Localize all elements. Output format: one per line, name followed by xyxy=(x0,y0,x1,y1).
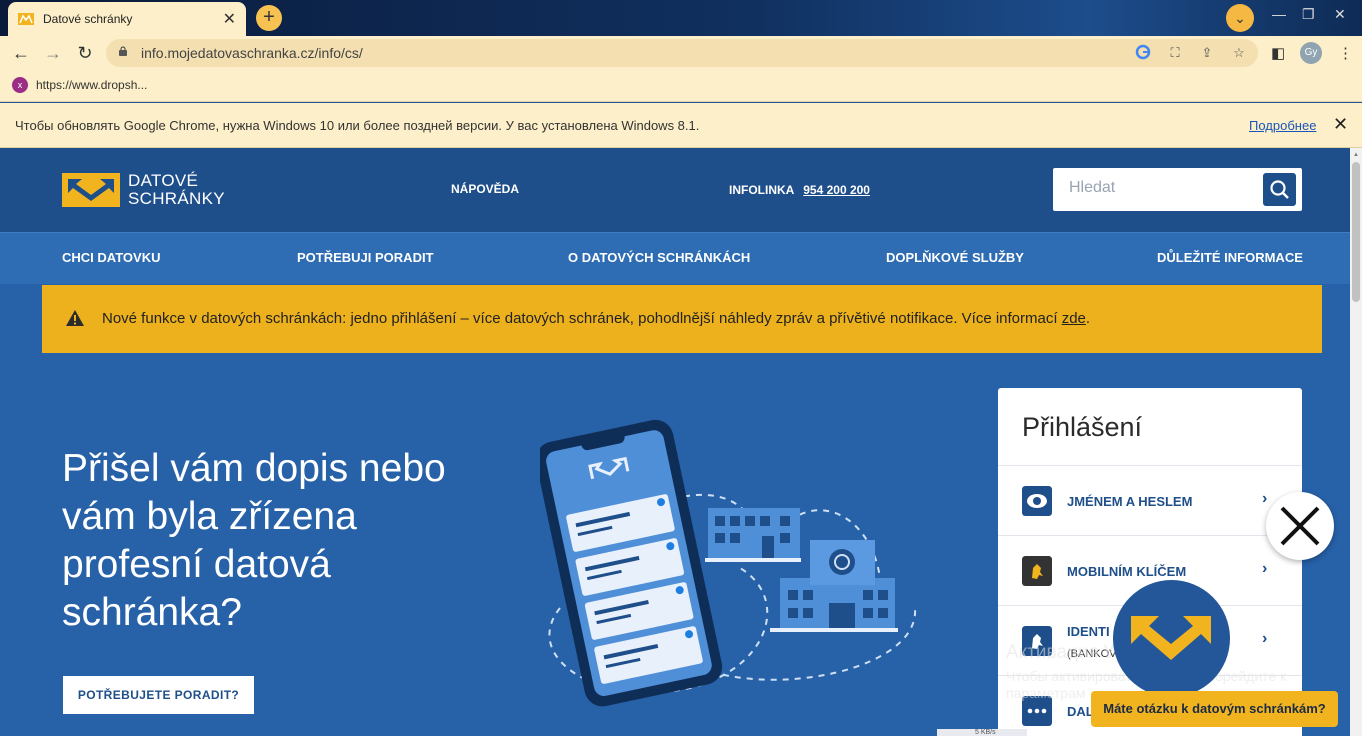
url-text[interactable]: info.mojedatovaschranka.cz/info/cs/ xyxy=(141,45,363,61)
nav-potrebuji-poradit[interactable]: POTŘEBUJI PORADIT xyxy=(297,250,434,265)
page-scrollbar[interactable]: ▲ xyxy=(1350,148,1362,736)
datove-schranky-logo-icon xyxy=(1131,616,1211,660)
close-icon xyxy=(1280,506,1320,546)
back-icon[interactable]: ← xyxy=(8,40,34,66)
login-option-password[interactable]: JMÉNEM A HESLEM › xyxy=(998,466,1302,536)
tab-search-button[interactable]: ⌄ xyxy=(1226,4,1254,32)
translate-icon[interactable]: ⛶ xyxy=(1166,44,1184,62)
bookmarks-bar: x https://www.dropsh... xyxy=(0,70,1362,102)
window-close-icon[interactable]: ✕ xyxy=(1334,6,1346,23)
login-option-label: MOBILNÍM KLÍČEM xyxy=(1067,564,1187,579)
forward-icon[interactable]: → xyxy=(40,40,66,66)
login-option-label: DAL xyxy=(1067,704,1094,719)
minimize-icon[interactable]: — xyxy=(1272,6,1286,22)
tab-title: Datové schránky xyxy=(43,12,133,26)
phone-mailbox-illustration xyxy=(540,419,917,707)
browser-toolbar: ← → ↻ info.mojedatovaschranka.cz/info/cs… xyxy=(0,36,1362,70)
announcement-banner: Nové funkce v datových schránkách: jedno… xyxy=(42,285,1322,353)
site-search[interactable]: Hledat xyxy=(1053,168,1302,211)
announcement-end: . xyxy=(1085,310,1091,327)
speed-text: 5 KB/s xyxy=(975,729,996,736)
bookmark-favicon-icon: x xyxy=(12,77,28,93)
bookmark-item[interactable]: x https://www.dropsh... xyxy=(12,77,147,93)
share-icon[interactable]: ⇪ xyxy=(1198,44,1216,62)
hotline: INFOLINKA 954 200 200 xyxy=(729,183,870,197)
warning-icon xyxy=(66,310,84,326)
bookmark-label: https://www.dropsh... xyxy=(36,78,148,92)
nav-o-datovych-schrankach[interactable]: O DATOVÝCH SCHRÁNKÁCH xyxy=(568,250,750,265)
datove-schranky-logo-icon xyxy=(62,173,120,207)
search-icon xyxy=(1270,180,1289,199)
new-tab-button[interactable]: + xyxy=(256,5,282,31)
tab-close-icon[interactable]: ✕ xyxy=(223,9,236,29)
google-icon[interactable] xyxy=(1134,44,1152,62)
nav-dulezite-informace[interactable]: DŮLEŽITÉ INFORMACE xyxy=(1157,250,1303,265)
profile-avatar[interactable]: Gy xyxy=(1300,42,1322,64)
network-speed-tag: 5 KB/s xyxy=(937,729,1027,736)
main-navigation: CHCI DATOVKU POTŘEBUJI PORADIT O DATOVÝC… xyxy=(0,232,1350,284)
login-option-label: IDENTI xyxy=(1067,624,1110,639)
scrollbar-thumb[interactable] xyxy=(1352,162,1360,302)
hotline-number-link[interactable]: 954 200 200 xyxy=(803,183,870,197)
infobar-message: Чтобы обновлять Google Chrome, нужна Win… xyxy=(15,118,700,133)
infobar-close-icon[interactable]: ✕ xyxy=(1333,114,1348,135)
nav-doplnkove-sluzby[interactable]: DOPLŇKOVÉ SLUŽBY xyxy=(886,250,1024,265)
announcement-link[interactable]: zde xyxy=(1062,310,1086,327)
search-button[interactable] xyxy=(1263,173,1296,206)
announcement-body: Nové funkce v datových schránkách: jedno… xyxy=(102,310,1062,327)
eye-icon xyxy=(1022,486,1052,516)
logo-line1: DATOVÉ xyxy=(128,171,199,190)
lock-icon xyxy=(119,46,127,56)
logo-line2: SCHRÁNKY xyxy=(128,189,225,208)
need-advice-button[interactable]: POTŘEBUJETE PORADIT? xyxy=(63,676,254,714)
scroll-up-icon[interactable]: ▲ xyxy=(1353,152,1359,158)
chat-question-button[interactable]: Máte otázku k datovým schránkám? xyxy=(1091,691,1338,727)
infobar-more-link[interactable]: Подробнее xyxy=(1249,118,1316,133)
maximize-icon[interactable]: ❐ xyxy=(1302,6,1315,23)
browser-tab-strip: Datové schránky ✕ + ⌄ — ❐ ✕ xyxy=(0,0,1362,36)
reload-icon[interactable]: ↻ xyxy=(72,40,98,66)
bookmark-star-icon[interactable]: ☆ xyxy=(1230,44,1248,62)
site-header: DATOVÉ SCHRÁNKY NÁPOVĚDA INFOLINKA 954 2… xyxy=(0,148,1350,232)
search-input[interactable]: Hledat xyxy=(1069,179,1115,197)
hotline-label: INFOLINKA xyxy=(729,183,794,197)
login-title: Přihlášení xyxy=(998,388,1302,466)
nav-chci-datovku[interactable]: CHCI DATOVKU xyxy=(62,250,160,265)
update-infobar: Чтобы обновлять Google Chrome, нужна Win… xyxy=(0,103,1362,148)
help-link[interactable]: NÁPOVĚDA xyxy=(451,182,519,196)
chat-close-button[interactable] xyxy=(1266,492,1334,560)
site-favicon-icon xyxy=(18,13,34,25)
hero-title: Přišel vám dopis nebo vám byla zřízena p… xyxy=(62,447,446,634)
address-bar[interactable]: info.mojedatovaschranka.cz/info/cs/ ⛶ ⇪ … xyxy=(106,39,1258,67)
side-panel-icon[interactable]: ◧ xyxy=(1271,44,1285,62)
announcement-text: Nové funkce v datových schránkách: jedno… xyxy=(102,310,1090,327)
menu-kebab-icon[interactable]: ⋮ xyxy=(1338,44,1353,62)
lion-emblem-icon xyxy=(1022,556,1052,586)
login-option-label: JMÉNEM A HESLEM xyxy=(1067,494,1193,509)
chevron-right-icon: › xyxy=(1262,560,1268,577)
browser-tab-active[interactable]: Datové schránky ✕ xyxy=(8,2,246,36)
site-logo[interactable]: DATOVÉ SCHRÁNKY xyxy=(62,172,225,208)
chat-launcher[interactable] xyxy=(1113,580,1230,697)
